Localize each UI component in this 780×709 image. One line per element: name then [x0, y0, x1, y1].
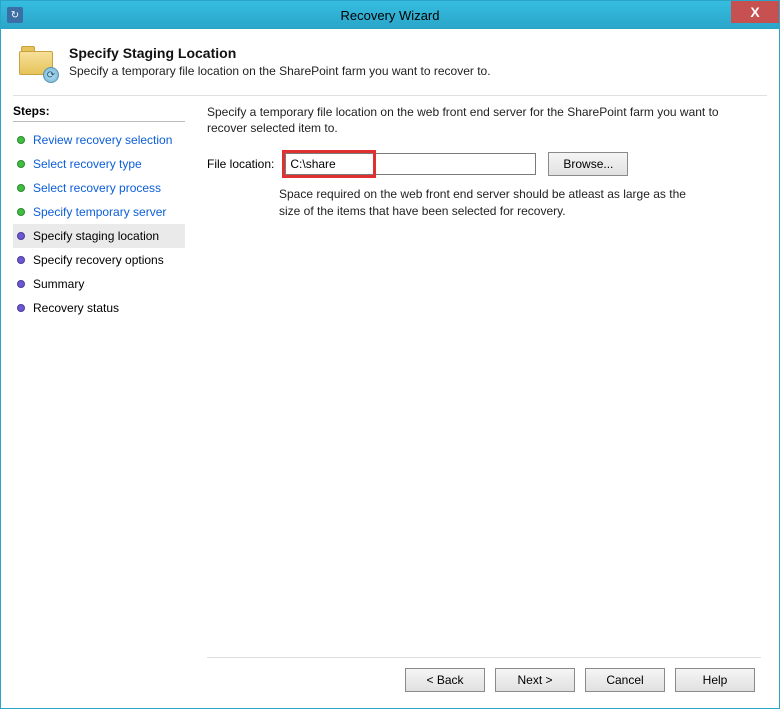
bullet-icon [17, 304, 25, 312]
steps-heading: Steps: [13, 104, 185, 122]
body-area: Steps: Review recovery selection Select … [13, 104, 767, 696]
step-review-recovery-selection[interactable]: Review recovery selection [13, 128, 185, 152]
step-label: Recovery status [33, 301, 119, 315]
bullet-icon [17, 232, 25, 240]
step-label: Specify temporary server [33, 205, 166, 219]
step-select-recovery-type[interactable]: Select recovery type [13, 152, 185, 176]
content-pane: Specify a temporary file location on the… [193, 104, 767, 696]
check-icon [17, 184, 25, 192]
step-label: Select recovery type [33, 157, 142, 171]
browse-button[interactable]: Browse... [548, 152, 628, 176]
staging-folder-icon: ⟳ [17, 45, 57, 81]
page-header: ⟳ Specify Staging Location Specify a tem… [13, 39, 767, 96]
bullet-icon [17, 256, 25, 264]
file-location-input[interactable] [285, 153, 373, 175]
page-subtitle: Specify a temporary file location on the… [69, 64, 491, 78]
step-recovery-status[interactable]: Recovery status [13, 296, 185, 320]
bullet-icon [17, 280, 25, 288]
check-icon [17, 208, 25, 216]
space-hint-text: Space required on the web front end serv… [279, 186, 709, 218]
step-summary[interactable]: Summary [13, 272, 185, 296]
cancel-button[interactable]: Cancel [585, 668, 665, 692]
step-label: Specify recovery options [33, 253, 164, 267]
close-button[interactable]: X [731, 1, 779, 23]
titlebar: ↻ Recovery Wizard X [1, 1, 779, 29]
back-button[interactable]: < Back [405, 668, 485, 692]
recovery-wizard-window: ↻ Recovery Wizard X ⟳ Specify Staging Lo… [0, 0, 780, 709]
file-location-label: File location: [207, 157, 274, 171]
step-label: Summary [33, 277, 84, 291]
step-specify-recovery-options[interactable]: Specify recovery options [13, 248, 185, 272]
window-title: Recovery Wizard [1, 8, 779, 23]
file-location-input-extension[interactable] [376, 153, 536, 175]
next-button[interactable]: Next > [495, 668, 575, 692]
step-specify-staging-location[interactable]: Specify staging location [13, 224, 185, 248]
file-location-row: File location: Browse... [207, 150, 761, 178]
spacer [207, 219, 761, 657]
check-icon [17, 160, 25, 168]
window-body: ⟳ Specify Staging Location Specify a tem… [1, 29, 779, 708]
step-specify-temporary-server[interactable]: Specify temporary server [13, 200, 185, 224]
file-location-highlight [282, 150, 376, 178]
help-button[interactable]: Help [675, 668, 755, 692]
step-select-recovery-process[interactable]: Select recovery process [13, 176, 185, 200]
check-icon [17, 136, 25, 144]
step-label: Review recovery selection [33, 133, 172, 147]
step-label: Select recovery process [33, 181, 161, 195]
wizard-footer: < Back Next > Cancel Help [207, 657, 761, 696]
steps-pane: Steps: Review recovery selection Select … [13, 104, 193, 696]
page-title: Specify Staging Location [69, 45, 491, 61]
instruction-text: Specify a temporary file location on the… [207, 104, 761, 136]
step-label: Specify staging location [33, 229, 159, 243]
